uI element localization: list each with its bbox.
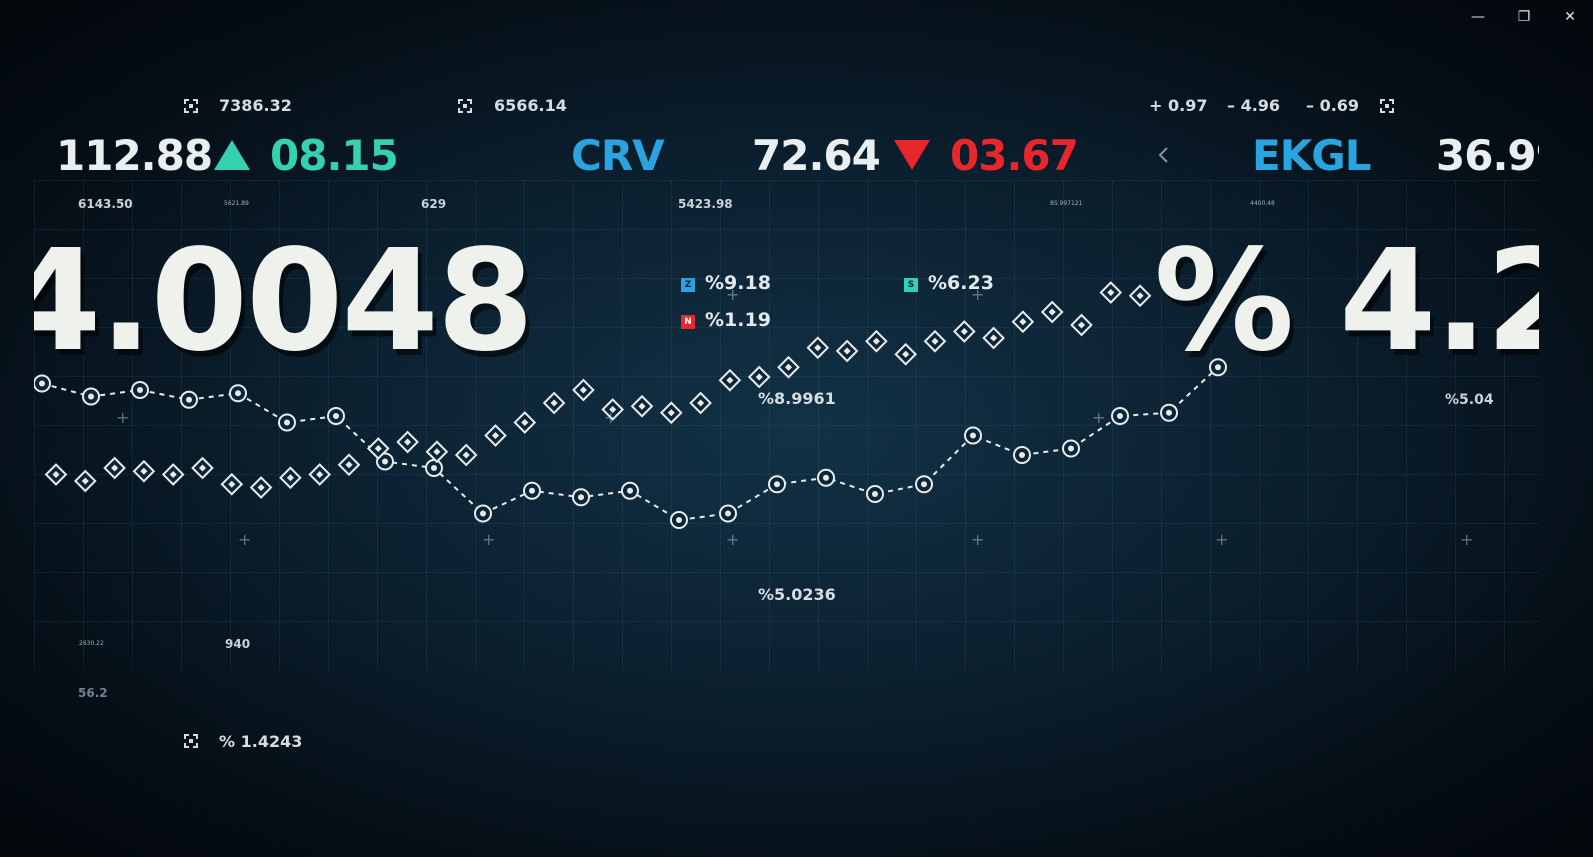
series-b-point [923, 329, 947, 353]
series-b-point [777, 355, 800, 379]
series-b-point [1040, 300, 1064, 324]
series-a-point-core [431, 465, 437, 471]
minimize-icon: — [1471, 9, 1485, 25]
video-frame: 7386.32 6566.14 + 0.97 – 4.96 – 0.69 112… [34, 0, 1539, 857]
series-b-point [952, 320, 976, 343]
series-a-point-core [529, 487, 535, 494]
series-b-point [132, 459, 156, 483]
series-b-point [220, 472, 244, 496]
series-b-point [484, 424, 507, 447]
series-b-point [982, 326, 1005, 350]
close-icon: ✕ [1564, 9, 1576, 25]
series-a-point-core [39, 380, 45, 387]
plus-marker-icon: + [238, 530, 251, 549]
series-b-point [718, 368, 742, 392]
series-a-point-core [774, 481, 780, 488]
series-b-point [894, 342, 918, 366]
series-a-point-core [725, 510, 731, 517]
series-a-point-core [284, 419, 290, 426]
window-controls: — ❐ ✕ [1455, 0, 1593, 34]
series-b-point [249, 476, 273, 499]
series-a-point-core [823, 474, 829, 481]
minimize-button[interactable]: — [1455, 0, 1501, 34]
plus-marker-icon: + [1092, 408, 1105, 427]
series-b-point [425, 440, 449, 464]
series-a-point-core [235, 390, 241, 397]
series-b-point [630, 394, 654, 418]
series-a-point-core [921, 481, 927, 488]
series-b-point [806, 336, 830, 360]
series-a-point-core [578, 494, 584, 501]
series-b-point [44, 463, 68, 486]
series-b-point [572, 378, 595, 402]
series-b-point [103, 456, 126, 480]
series-b-point [396, 430, 419, 454]
series-b-point [1099, 281, 1123, 304]
series-b-point [1011, 310, 1035, 334]
series-a-point-core [627, 487, 633, 494]
series-b-point [542, 391, 566, 415]
series-b-point [73, 469, 97, 493]
series-a-point-core [382, 458, 388, 465]
plus-marker-icon: + [726, 530, 739, 549]
series-a-point-core [333, 413, 339, 419]
series-b-point [689, 391, 712, 415]
series-b-point [161, 463, 185, 486]
series-b-point [1128, 284, 1152, 308]
series-a-point-core [186, 396, 192, 403]
plus-marker-icon: + [604, 408, 617, 427]
series-a-point-core [1117, 413, 1123, 419]
series-b-point [337, 453, 361, 477]
series-b-point [747, 365, 771, 389]
series-a-point-core [88, 393, 94, 400]
plus-marker-icon: + [971, 285, 984, 304]
series-b-point [308, 463, 332, 486]
series-b-point [454, 443, 478, 467]
series-b-point [513, 411, 537, 434]
restore-button[interactable]: ❐ [1501, 0, 1547, 34]
series-a-point-core [872, 491, 878, 497]
series-b-point [191, 456, 214, 480]
series-a-point-core [1166, 409, 1172, 416]
restore-icon: ❐ [1517, 9, 1531, 25]
plus-marker-icon: + [1215, 530, 1228, 549]
close-button[interactable]: ✕ [1547, 0, 1593, 34]
series-a-point-core [1215, 364, 1221, 371]
plus-marker-icon: + [116, 408, 129, 427]
series-a-point-core [137, 387, 143, 393]
series-b-point [279, 466, 302, 490]
series-b-point [1070, 313, 1093, 337]
series-a-point-core [970, 432, 976, 439]
series-a-point-core [676, 517, 682, 523]
line-chart: + + + + + + + + + + + [34, 281, 1473, 549]
series-b-point [659, 401, 683, 425]
plus-marker-icon: + [1460, 530, 1473, 549]
plus-marker-icon: + [482, 530, 495, 549]
series-b-point [835, 339, 859, 363]
series-a-point-core [1019, 452, 1025, 458]
plus-marker-icon: + [971, 530, 984, 549]
series-b-point [865, 329, 888, 353]
series-a-point-core [480, 510, 486, 517]
series-a-point-core [1068, 445, 1074, 452]
plus-marker-icon: + [726, 285, 739, 304]
